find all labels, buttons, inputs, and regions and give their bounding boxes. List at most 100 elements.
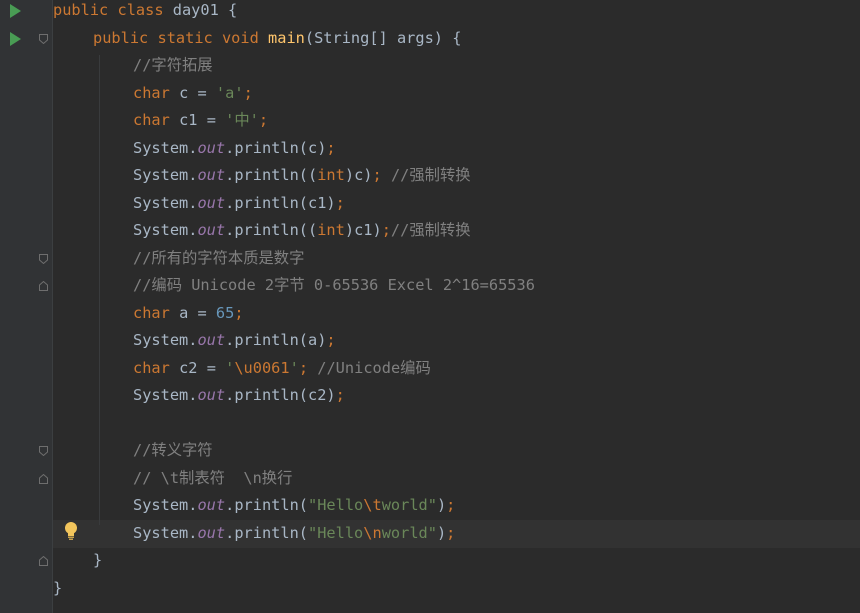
run-main-icon[interactable] xyxy=(10,32,21,46)
method-call: ) xyxy=(436,524,447,542)
method-call: .println( xyxy=(225,496,308,514)
semicolon: ; xyxy=(243,84,253,102)
code-line: System.out.println(a); xyxy=(133,327,336,355)
code-line: System.out.println((int)c1);//强制转换 xyxy=(133,217,471,245)
keyword: class xyxy=(117,1,164,19)
string-literal: 'a' xyxy=(215,84,244,102)
code-line: } xyxy=(93,547,102,575)
comment: //编码 Unicode 2字节 0-65536 Excel 2^16=6553… xyxy=(133,276,535,294)
comment: //字符拓展 xyxy=(133,56,213,74)
class-ref: System. xyxy=(133,166,198,184)
semicolon: ; xyxy=(298,359,309,377)
semicolon: ; xyxy=(335,194,345,212)
string-literal: "Hello xyxy=(308,496,364,514)
method-call: )c) xyxy=(344,166,373,184)
method-call: .println(( xyxy=(225,221,318,239)
code-editor[interactable]: public class day01 { public static void … xyxy=(0,0,860,613)
code-line: } xyxy=(53,575,62,603)
semicolon: ; xyxy=(234,304,244,322)
code-line: System.out.println(c2); xyxy=(133,382,345,410)
fold-icon[interactable] xyxy=(39,254,48,264)
semicolon: ; xyxy=(326,139,336,157)
escape-sequence: \t xyxy=(363,496,382,514)
comment: //强制转换 xyxy=(390,221,471,239)
static-field: out xyxy=(197,331,226,349)
fold-icon[interactable] xyxy=(39,446,48,456)
keyword: char xyxy=(133,359,170,377)
brace: } xyxy=(53,579,63,597)
escape-sequence: \u0061 xyxy=(234,359,290,377)
keyword: char xyxy=(133,84,170,102)
method-call: .println(c2) xyxy=(225,386,336,404)
brace: } xyxy=(93,551,103,569)
semicolon: ; xyxy=(446,524,456,542)
fold-icon[interactable] xyxy=(39,281,48,291)
keyword: int xyxy=(317,221,345,239)
keyword: public xyxy=(53,1,109,19)
code-line: System.out.println(c1); xyxy=(133,190,345,218)
static-field: out xyxy=(197,386,226,404)
keyword: char xyxy=(133,304,170,322)
method-call: .println(( xyxy=(225,166,318,184)
static-field: out xyxy=(197,221,226,239)
string-literal: world" xyxy=(381,496,437,514)
number-literal: 65 xyxy=(215,304,235,322)
code-line: char c1 = '中'; xyxy=(133,107,268,135)
static-field: out xyxy=(197,166,226,184)
static-field: out xyxy=(197,496,226,514)
class-name: day01 xyxy=(172,1,219,19)
semicolon: ; xyxy=(381,221,391,239)
run-class-icon[interactable] xyxy=(10,4,21,18)
method-call: .println(c) xyxy=(225,139,327,157)
editor-gutter xyxy=(0,0,53,613)
code-line: // \t制表符 \n换行 xyxy=(133,465,292,493)
keyword: void xyxy=(221,29,259,47)
code-line: System.out.println("Hello\tworld"); xyxy=(133,492,455,520)
code-line: //编码 Unicode 2字节 0-65536 Excel 2^16=6553… xyxy=(133,272,535,300)
fold-icon[interactable] xyxy=(39,34,48,44)
class-ref: System. xyxy=(133,139,198,157)
comment: //所有的字符本质是数字 xyxy=(133,249,305,267)
identifier: a = xyxy=(179,304,207,322)
method-call: .println( xyxy=(225,524,308,542)
keyword: public xyxy=(93,29,149,47)
method-call: .println(c1) xyxy=(225,194,336,212)
brace: { xyxy=(228,1,238,19)
class-ref: System. xyxy=(133,331,198,349)
fold-icon[interactable] xyxy=(39,556,48,566)
code-line: char c2 = '\u0061'; //Unicode编码 xyxy=(133,355,431,383)
keyword: static xyxy=(157,29,213,47)
code-line: //所有的字符本质是数字 xyxy=(133,245,304,273)
code-line: public class day01 { xyxy=(53,0,237,25)
semicolon: ; xyxy=(326,331,336,349)
code-line: public static void main(String[] args) { xyxy=(93,25,461,53)
static-field: out xyxy=(197,139,226,157)
class-ref: System. xyxy=(133,496,198,514)
string-literal: ' xyxy=(289,359,299,377)
fold-icon[interactable] xyxy=(39,474,48,484)
code-area[interactable]: public class day01 { public static void … xyxy=(53,0,860,613)
code-line: System.out.println((int)c); //强制转换 xyxy=(133,162,471,190)
string-literal: "Hello xyxy=(308,524,364,542)
method-call: ) xyxy=(436,496,447,514)
semicolon: ; xyxy=(446,496,456,514)
string-literal: ' xyxy=(225,359,235,377)
comment: //Unicode编码 xyxy=(317,359,431,377)
method-name: main xyxy=(268,29,305,47)
string-literal: '中' xyxy=(225,111,259,129)
semicolon: ; xyxy=(258,111,269,129)
identifier: c2 = xyxy=(179,359,216,377)
identifier: c = xyxy=(179,84,207,102)
string-literal: world" xyxy=(381,524,437,542)
comment: //强制转换 xyxy=(390,166,471,184)
code-line: //字符拓展 xyxy=(133,52,213,80)
class-ref: System. xyxy=(133,221,198,239)
brace: { xyxy=(452,29,462,47)
comment: // \t制表符 \n换行 xyxy=(133,469,293,487)
escape-sequence: \n xyxy=(363,524,382,542)
class-ref: System. xyxy=(133,386,198,404)
code-line: char a = 65; xyxy=(133,300,244,328)
keyword: int xyxy=(317,166,345,184)
method-call: )c1) xyxy=(344,221,382,239)
static-field: out xyxy=(197,194,226,212)
